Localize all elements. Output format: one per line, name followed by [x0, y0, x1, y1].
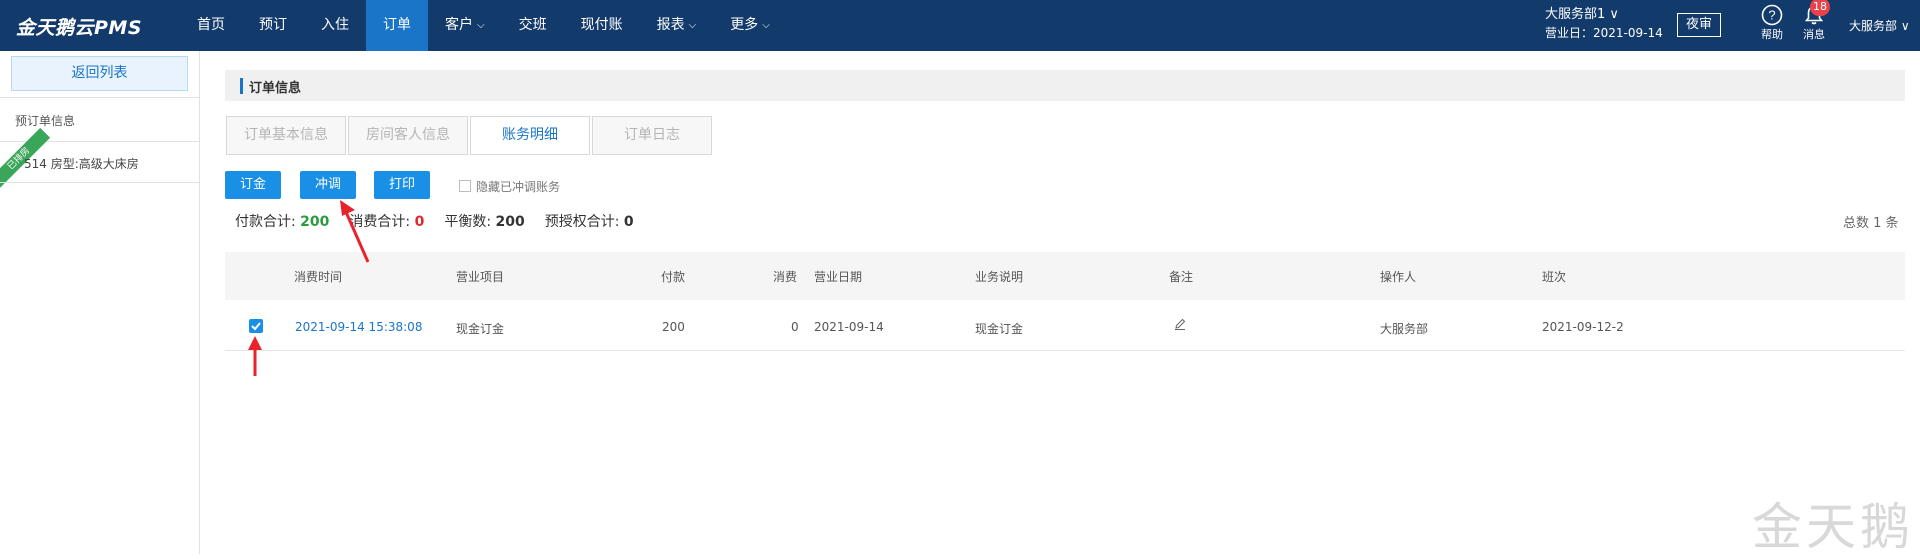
column-header: 消费时间 — [294, 270, 343, 284]
nav-reports[interactable]: 报表 ⌵ — [640, 0, 714, 51]
column-header: 备注 — [1169, 270, 1194, 284]
business-date: 营业日：2021-09-14 — [1545, 26, 1663, 40]
night-audit-button[interactable]: 夜审 — [1677, 13, 1721, 37]
row-checkbox[interactable] — [249, 319, 263, 333]
balance-total: 平衡数: 200 — [444, 214, 525, 230]
checkmark-icon — [251, 322, 261, 331]
app-logo[interactable]: 金天鹅云PMS — [16, 13, 142, 40]
hide-adjusted-checkbox[interactable] — [459, 180, 471, 192]
nav-checkin[interactable]: 入住 — [304, 0, 366, 51]
svg-text:?: ? — [1768, 8, 1775, 23]
business-date-cell: 2021-09-14 — [814, 320, 884, 334]
nav-home[interactable]: 首页 — [180, 0, 242, 51]
message-count-badge: 18 — [1810, 0, 1830, 16]
main-nav: 首页 预订 入住 订单 客户 ⌵ 交班 现付账 报表 ⌵ 更多 ⌵ — [180, 0, 787, 51]
business-item: 现金订金 — [456, 322, 505, 336]
messages-label: 消息 — [1803, 28, 1825, 41]
top-navbar: 金天鹅云PMS 首页 预订 入住 订单 客户 ⌵ 交班 现付账 报表 ⌵ 更多 ⌵ 大… — [0, 0, 1920, 51]
order-info-header: 订单信息 — [225, 70, 1905, 101]
total-count: 总数 1 条 — [1843, 216, 1899, 231]
column-header: 消费 — [773, 270, 798, 284]
tab-room-guest-info[interactable]: 房间客人信息 — [348, 116, 468, 155]
deposit-button[interactable]: 订金 — [225, 171, 281, 199]
store-selector[interactable]: 大服务部1 ∨ 营业日：2021-09-14 — [1545, 6, 1663, 42]
store-name[interactable]: 大服务部1 ∨ — [1545, 6, 1663, 24]
tab-order-basic-info[interactable]: 订单基本信息 — [226, 116, 346, 155]
column-header: 操作人 — [1380, 270, 1417, 284]
totals-summary: 付款合计: 200 消费合计: 0 平衡数: 200 预授权合计: 0 — [235, 211, 654, 231]
section-title: 订单信息 — [249, 81, 302, 96]
divider — [0, 182, 199, 183]
room-item[interactable]: 已排房 514 房型:高级大床房 — [0, 127, 199, 191]
help-icon: ? — [1761, 4, 1783, 26]
pay-amount: 200 — [662, 320, 685, 334]
nav-orders[interactable]: 订单 — [366, 0, 428, 51]
table-header: 消费时间 营业项目 付款 消费 营业日期 业务说明 备注 操作人 班次 — [225, 252, 1905, 300]
nav-reservation[interactable]: 预订 — [242, 0, 304, 51]
column-header: 业务说明 — [975, 270, 1024, 284]
accent-bar — [240, 78, 243, 94]
tab-order-log[interactable]: 订单日志 — [592, 116, 712, 155]
business-desc: 现金订金 — [975, 322, 1024, 336]
annotation-arrow-icon — [340, 200, 370, 263]
annotation-arrow-icon — [248, 336, 262, 376]
consume-amount: 0 — [791, 320, 799, 334]
shift: 2021-09-12-2 — [1542, 320, 1624, 334]
column-header: 付款 — [661, 270, 686, 284]
sidebar: 返回列表 预订单信息 已排房 514 房型:高级大床房 — [0, 51, 200, 554]
hide-adjusted-label[interactable]: 隐藏已冲调账务 — [476, 178, 560, 195]
nav-cash-account[interactable]: 现付账 — [564, 0, 640, 51]
order-tabs: 订单基本信息 房间客人信息 账务明细 订单日志 — [226, 116, 712, 155]
nav-customers[interactable]: 客户 ⌵ — [428, 0, 502, 51]
consume-time-link[interactable]: 2021-09-14 15:38:08 — [295, 320, 422, 334]
help-button[interactable]: ? 帮助 — [1752, 4, 1792, 42]
pencil-icon[interactable] — [1173, 317, 1187, 334]
column-header: 营业项目 — [456, 270, 505, 284]
pre-order-info-title: 预订单信息 — [15, 114, 76, 128]
user-menu[interactable]: 大服务部 ∨ — [1849, 17, 1910, 34]
preauth-total: 预授权合计: 0 — [544, 214, 634, 230]
nav-shift[interactable]: 交班 — [502, 0, 564, 51]
column-header: 班次 — [1542, 270, 1567, 284]
room-info: 514 房型:高级大床房 — [24, 157, 139, 171]
help-label: 帮助 — [1761, 28, 1783, 41]
pay-total: 付款合计: 200 — [235, 214, 330, 230]
tab-account-details[interactable]: 账务明细 — [470, 116, 590, 155]
back-to-list-button[interactable]: 返回列表 — [11, 56, 188, 91]
print-button[interactable]: 打印 — [374, 171, 430, 199]
nav-more[interactable]: 更多 ⌵ — [713, 0, 787, 51]
brand-watermark: 金天鹅 — [1752, 498, 1914, 556]
divider — [0, 97, 199, 98]
column-header: 营业日期 — [814, 270, 863, 284]
adjust-button[interactable]: 冲调 — [300, 171, 356, 199]
chevron-down-icon: ⌵ — [762, 20, 770, 31]
chevron-down-icon: ⌵ — [477, 20, 485, 31]
chevron-down-icon: ⌵ — [688, 20, 697, 31]
operator: 大服务部 — [1380, 322, 1429, 336]
table-row[interactable]: 2021-09-14 15:38:08 现金订金 200 0 2021-09-1… — [225, 300, 1905, 351]
